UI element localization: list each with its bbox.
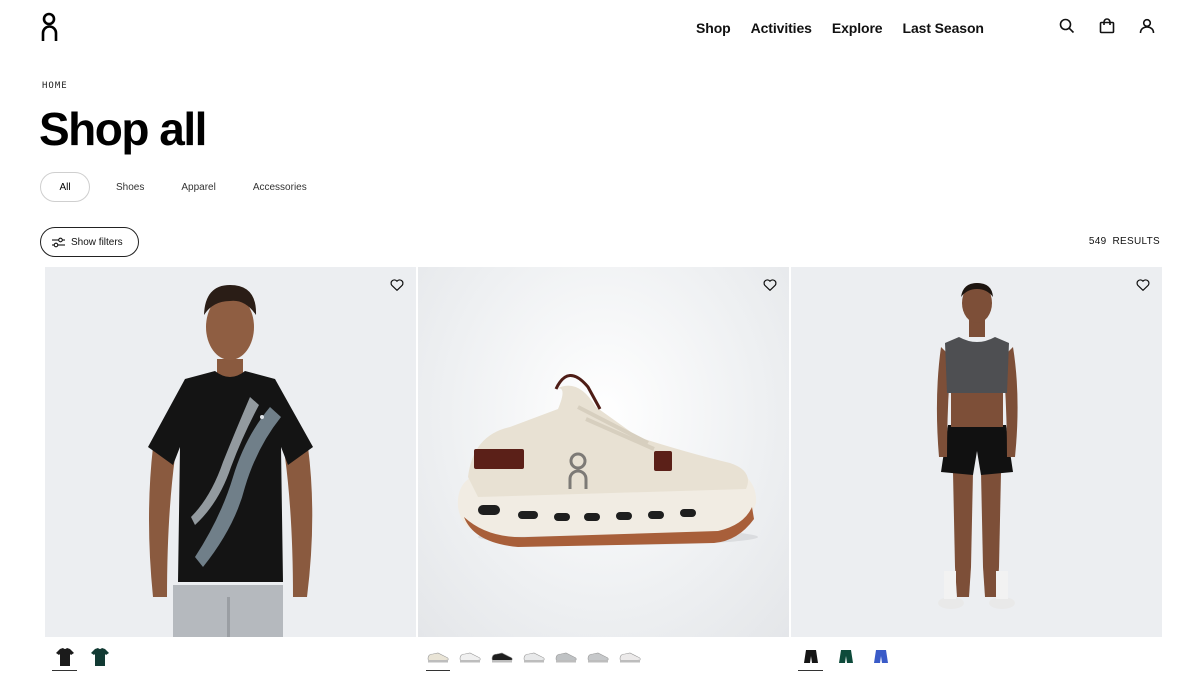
tab-accessories[interactable]: Accessories <box>235 172 325 202</box>
product-image[interactable] <box>791 267 1162 637</box>
swatch-thumbnail <box>803 650 818 663</box>
sliders-icon <box>52 237 65 247</box>
swatch-shoe-6[interactable] <box>618 645 642 670</box>
swatch-shoe-2[interactable] <box>490 645 514 670</box>
swatch-thumbnail <box>555 652 577 663</box>
tab-all[interactable]: All <box>40 172 90 202</box>
color-swatches <box>45 645 416 671</box>
results-number: 549 <box>1088 236 1107 247</box>
swatch-thumbnail <box>459 652 481 663</box>
show-filters-label: Show filters <box>71 236 123 248</box>
cloud-shoe-image <box>457 374 758 547</box>
swatch-tshirt-black[interactable] <box>52 645 77 671</box>
nav-last-season[interactable]: Last Season <box>903 20 984 36</box>
color-swatches <box>418 645 789 671</box>
account-icon[interactable] <box>1138 17 1156 35</box>
product-image[interactable] <box>45 267 416 637</box>
swatch-thumbnail <box>873 650 888 663</box>
swatch-shorts-1[interactable] <box>833 645 858 670</box>
site-header: Shop Activities Explore Last Season <box>0 0 1200 56</box>
swatch-shorts-2[interactable] <box>868 645 893 670</box>
swatch-shoe-5[interactable] <box>586 645 610 670</box>
results-count: 549 RESULTS <box>1089 236 1160 247</box>
swatch-thumbnail <box>619 652 641 663</box>
product-image[interactable] <box>418 267 789 637</box>
tab-apparel[interactable]: Apparel <box>163 172 233 202</box>
page-title: Shop all <box>39 103 207 155</box>
heart-icon[interactable] <box>763 278 777 292</box>
swatch-thumbnail <box>587 652 609 663</box>
show-filters-button[interactable]: Show filters <box>40 227 139 257</box>
category-tabs: All Shoes Apparel Accessories <box>40 172 326 202</box>
product-grid <box>45 267 1162 671</box>
swatch-thumbnail <box>523 652 545 663</box>
swatch-shoe-1[interactable] <box>458 645 482 670</box>
breadcrumb[interactable]: HOME <box>42 81 68 91</box>
color-swatches <box>791 645 1162 671</box>
on-logo-icon[interactable] <box>40 12 62 44</box>
nav-activities[interactable]: Activities <box>751 20 812 36</box>
header-actions <box>1058 17 1156 35</box>
product-card[interactable] <box>45 267 416 671</box>
swatch-shoe-0[interactable] <box>426 645 450 671</box>
swatch-thumbnail <box>427 652 449 663</box>
swatch-shorts-0[interactable] <box>798 645 823 671</box>
shopping-bag-icon[interactable] <box>1098 17 1116 35</box>
nav-shop[interactable]: Shop <box>696 20 731 36</box>
main-nav: Shop Activities Explore Last Season <box>696 20 984 36</box>
heart-icon[interactable] <box>1136 278 1150 292</box>
swatch-thumbnail <box>838 650 853 663</box>
heart-icon[interactable] <box>390 278 404 292</box>
product-card[interactable] <box>791 267 1162 671</box>
swatch-shoe-4[interactable] <box>554 645 578 670</box>
nav-explore[interactable]: Explore <box>832 20 883 36</box>
search-icon[interactable] <box>1058 17 1076 35</box>
swatch-thumbnail <box>55 648 74 666</box>
swatch-shoe-3[interactable] <box>522 645 546 670</box>
model-activewear-image <box>936 283 1018 609</box>
swatch-tshirt-green[interactable] <box>87 645 112 670</box>
product-card[interactable] <box>418 267 789 671</box>
results-label: RESULTS <box>1112 236 1160 247</box>
swatch-thumbnail <box>491 652 513 663</box>
model-tshirt-image <box>148 285 313 637</box>
tab-shoes[interactable]: Shoes <box>98 172 162 202</box>
swatch-thumbnail <box>90 648 109 666</box>
